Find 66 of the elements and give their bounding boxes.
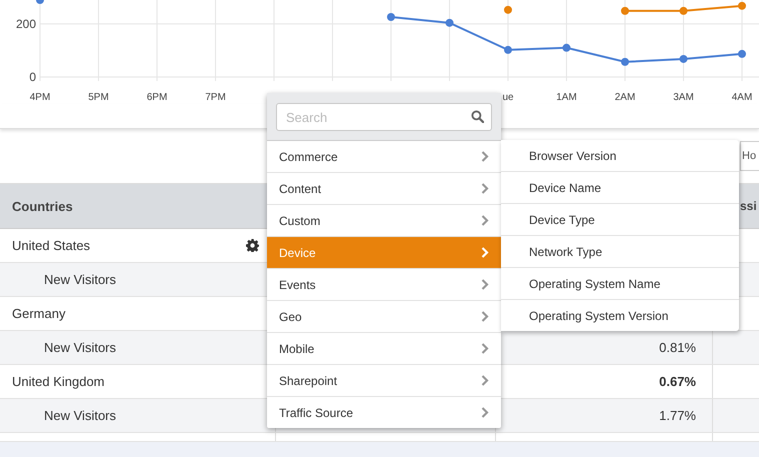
axis-label: 0 (29, 70, 36, 84)
data-point (504, 46, 512, 54)
axis-label: 7PM (205, 92, 226, 103)
axis-label: 200 (16, 16, 36, 31)
menu-item-label: Device (279, 246, 316, 260)
chevron-icon (481, 215, 489, 226)
submenu-item[interactable]: Operating System Version (501, 300, 739, 331)
segment-label: New Visitors (44, 340, 116, 355)
chevron-icon (481, 247, 489, 258)
menu-item-label: Traffic Source (279, 406, 354, 420)
column-header: ssi (739, 199, 758, 213)
segment-label: New Visitors (44, 272, 116, 287)
settings-icon[interactable] (246, 239, 259, 252)
axis-label: ue (502, 92, 514, 103)
country-label: United Kingdom (12, 374, 104, 389)
data-point (387, 13, 395, 21)
menu-item-label: Geo (279, 310, 302, 324)
chevron-icon (481, 311, 489, 322)
data-point (621, 6, 629, 15)
axis-label: 2AM (614, 92, 636, 103)
axis-label: 1AM (556, 92, 577, 103)
country-label: Germany (12, 306, 66, 321)
data-point (621, 58, 629, 66)
menu-item[interactable]: Sharepoint (267, 365, 501, 397)
chevron-icon (481, 407, 489, 418)
menu-item[interactable]: Geo (267, 301, 501, 333)
chevron-icon (481, 279, 489, 290)
chevron-icon (481, 183, 489, 194)
interval-button[interactable]: Ho (740, 141, 759, 171)
axis-label: 6PM (146, 92, 168, 103)
axis-label: 4AM (732, 92, 752, 103)
data-point (738, 2, 746, 10)
axis-label: 3AM (673, 92, 694, 103)
axis-label: 4PM (30, 92, 50, 103)
segment-label: New Visitors (44, 408, 116, 423)
search-field[interactable]: Search (276, 103, 492, 131)
data-point (36, 0, 44, 4)
menu-item-label: Content (279, 182, 322, 196)
data-point (504, 6, 512, 14)
chevron-icon (481, 151, 489, 162)
menu-item-label: Mobile (279, 342, 314, 356)
percent-value: 0.67% (659, 374, 696, 389)
percent-value: 0.81% (659, 340, 696, 355)
chevron-icon (481, 375, 489, 386)
axis-label: 5PM (88, 92, 109, 103)
menu-item-label: Commerce (279, 150, 338, 164)
menu-item[interactable]: Mobile (267, 333, 501, 365)
country-label: United States (12, 238, 90, 253)
data-point (680, 6, 688, 15)
percent-value: 1.77% (659, 408, 696, 423)
submenu-item[interactable]: Device Type (501, 204, 739, 236)
submenu-item[interactable]: Browser Version (501, 140, 739, 172)
chevron-icon (481, 343, 489, 354)
menu-item-label: Custom (279, 214, 320, 228)
data-point (562, 44, 570, 52)
submenu-item[interactable]: Device Name (501, 172, 739, 204)
column-header: Countries (11, 198, 74, 214)
data-point (680, 54, 688, 63)
data-point (738, 50, 746, 58)
menu-item-label: Events (279, 278, 316, 292)
menu-item[interactable]: Traffic Source (267, 397, 501, 428)
menu-item-label: Sharepoint (279, 374, 338, 388)
search-icon[interactable] (471, 110, 484, 123)
submenu-item[interactable]: Network Type (501, 236, 739, 268)
data-point (446, 18, 454, 27)
submenu-item[interactable]: Operating System Name (501, 268, 739, 300)
